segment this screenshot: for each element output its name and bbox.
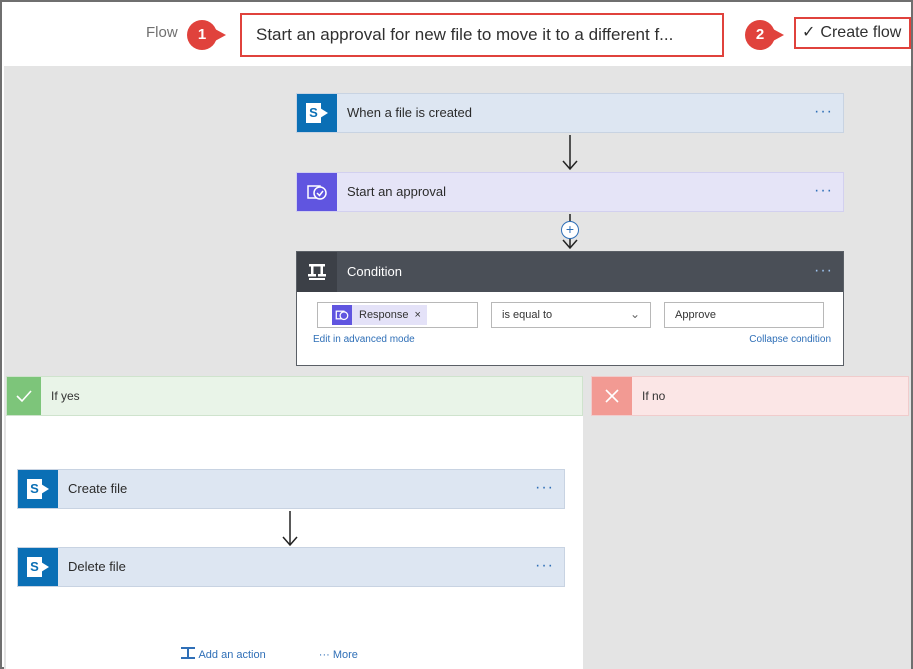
delete-file-label: Delete file — [68, 559, 126, 574]
connector-arrow-icon — [562, 135, 578, 171]
sharepoint-icon: S — [18, 470, 58, 508]
flow-canvas: S When a file is created ··· Start an ap… — [4, 66, 911, 669]
screenshot-frame: Flow 1 Start an approval for new file to… — [0, 0, 913, 669]
sharepoint-icon: S — [18, 548, 58, 586]
trigger-card-label: When a file is created — [347, 105, 473, 120]
chevron-down-icon: ⌄ — [629, 307, 640, 321]
more-options-icon[interactable]: ··· — [814, 94, 833, 130]
condition-value-field[interactable]: Approve — [664, 302, 824, 328]
more-options-icon[interactable]: ··· — [535, 470, 554, 506]
if-yes-label: If yes — [51, 389, 80, 403]
breadcrumb-flow[interactable]: Flow — [146, 24, 178, 41]
operator-value: is equal to — [502, 309, 553, 321]
connector-arrow-icon — [282, 511, 298, 547]
create-flow-label: Create flow — [820, 24, 902, 41]
more-button[interactable]: ··· More — [319, 649, 358, 661]
callout-badge-2: 2 — [745, 20, 784, 50]
add-action-label: Add an action — [198, 649, 266, 661]
check-icon — [7, 377, 41, 415]
close-icon — [592, 377, 632, 415]
callout-badge-1: 1 — [187, 20, 226, 50]
flow-name-field[interactable]: Start an approval for new file to move i… — [240, 13, 724, 57]
insert-step-plus-icon[interactable]: + — [561, 221, 579, 239]
condition-title: Condition — [347, 264, 402, 279]
create-flow-button[interactable]: ✓ Create flow — [794, 17, 911, 49]
condition-card[interactable]: Condition ··· Response × is equal to ⌄ A… — [296, 251, 844, 366]
operator-dropdown[interactable]: is equal to ⌄ — [491, 302, 651, 328]
checkmark-icon: ✓ — [802, 24, 816, 41]
if-no-branch: If no — [591, 376, 911, 669]
branch-footer-actions: Add an action ··· More — [180, 646, 358, 661]
edit-advanced-mode-link[interactable]: Edit in advanced mode — [313, 334, 415, 345]
sharepoint-icon: S — [297, 94, 337, 132]
trigger-card-when-file-created[interactable]: S When a file is created ··· — [296, 93, 844, 133]
more-dots-icon: ··· — [318, 649, 330, 661]
if-no-label: If no — [642, 389, 666, 403]
action-card-start-approval[interactable]: Start an approval ··· — [296, 172, 844, 212]
approval-icon — [332, 305, 352, 325]
condition-left-operand[interactable]: Response × — [317, 302, 478, 328]
top-bar: Flow 1 Start an approval for new file to… — [4, 4, 911, 66]
create-file-label: Create file — [68, 481, 128, 496]
collapse-condition-link[interactable]: Collapse condition — [749, 334, 831, 345]
approval-card-label: Start an approval — [347, 184, 447, 199]
add-action-button[interactable]: Add an action — [180, 647, 269, 661]
if-no-header[interactable]: If no — [591, 376, 909, 416]
remove-token-icon[interactable]: × — [415, 309, 421, 321]
add-action-icon — [181, 647, 195, 659]
if-yes-header[interactable]: If yes — [6, 376, 583, 416]
condition-header[interactable]: Condition ··· — [297, 252, 843, 292]
action-card-create-file[interactable]: S Create file ··· — [17, 469, 565, 509]
more-options-icon[interactable]: ··· — [814, 252, 833, 290]
more-options-icon[interactable]: ··· — [535, 548, 554, 584]
more-label: More — [332, 649, 358, 661]
more-options-icon[interactable]: ··· — [814, 173, 833, 209]
token-label: Response — [359, 309, 409, 321]
action-card-delete-file[interactable]: S Delete file ··· — [17, 547, 565, 587]
condition-icon — [297, 252, 337, 292]
approval-icon — [297, 173, 337, 211]
response-token[interactable]: Response × — [332, 305, 427, 325]
